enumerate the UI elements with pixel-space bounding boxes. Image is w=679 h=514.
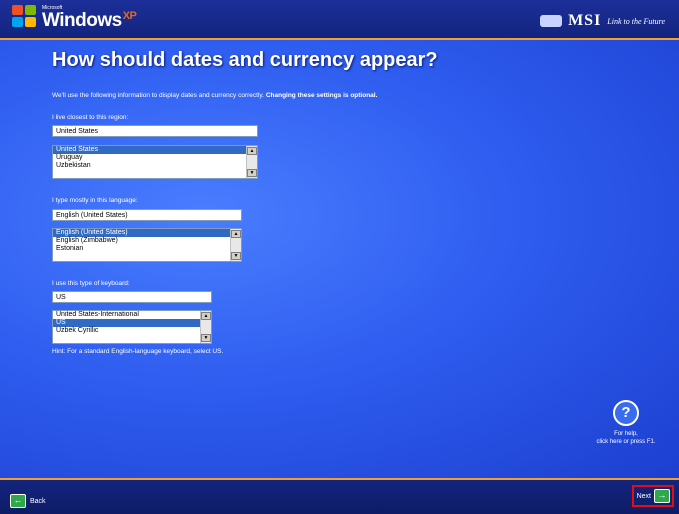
region-label: I live closest to this region: (52, 114, 129, 121)
region-option[interactable]: United States (53, 146, 257, 154)
help-text-line2: click here or press F1. (596, 439, 656, 445)
region-scrollbar[interactable]: ▲ ▼ (246, 146, 257, 178)
region-option[interactable]: Uruguay (53, 154, 257, 162)
msi-tagline: Link to the Future (607, 16, 665, 26)
msi-logo-text: MSI (568, 12, 602, 29)
bottom-bar: ← Back (0, 478, 679, 514)
xp-wordmark: XP (122, 10, 137, 22)
language-scrollbar[interactable]: ▲ ▼ (230, 229, 241, 261)
help-text[interactable]: For help, click here or press F1. (586, 430, 666, 446)
region-field[interactable]: United States (52, 125, 258, 137)
windows-flag-logo (12, 5, 38, 29)
keyboard-label: I use this type of keyboard: (52, 280, 130, 287)
language-option[interactable]: English (United States) (53, 229, 241, 237)
region-list[interactable]: United States Uruguay Uzbekistan ▲ ▼ (52, 145, 258, 179)
scroll-up-arrow-icon[interactable]: ▲ (201, 312, 211, 320)
top-bar: Microsoft WindowsXP MSI Link to the Futu… (0, 0, 679, 40)
language-field[interactable]: English (United States) (52, 209, 242, 221)
windows-wordmark: Windows (42, 10, 122, 31)
msi-badge-icon (540, 15, 563, 27)
language-list[interactable]: English (United States) English (Zimbabw… (52, 228, 242, 262)
oem-branding: MSI Link to the Future (540, 12, 665, 30)
windows-logo-text: WindowsXP (42, 10, 137, 32)
help-question-icon[interactable]: ? (613, 400, 639, 426)
page-title: How should dates and currency appear? (52, 49, 438, 71)
keyboard-option[interactable]: Uzbek Cyrillic (53, 327, 211, 335)
next-arrow-icon[interactable]: → (654, 489, 670, 503)
back-button[interactable]: ← Back (10, 494, 46, 508)
keyboard-scrollbar[interactable]: ▲ ▼ (200, 311, 211, 343)
intro-sentence: We'll use the following information to d… (52, 92, 264, 99)
help-link[interactable]: ? For help, click here or press F1. (586, 400, 666, 446)
back-arrow-icon[interactable]: ← (10, 494, 26, 508)
region-option[interactable]: Uzbekistan (53, 162, 257, 170)
scroll-down-arrow-icon[interactable]: ▼ (247, 169, 257, 177)
next-button[interactable]: Next → (632, 485, 674, 507)
language-label: I type mostly in this language: (52, 197, 138, 204)
language-option[interactable]: Estonian (53, 245, 241, 253)
intro-optional-note: Changing these settings is optional. (265, 92, 378, 99)
scroll-up-arrow-icon[interactable]: ▲ (247, 147, 257, 155)
scroll-up-arrow-icon[interactable]: ▲ (231, 230, 241, 238)
scroll-down-arrow-icon[interactable]: ▼ (201, 334, 211, 342)
language-option[interactable]: English (Zimbabwe) (53, 237, 241, 245)
keyboard-option[interactable]: United States-International (53, 311, 211, 319)
keyboard-hint: Hint: For a standard English-language ke… (52, 348, 224, 355)
next-label: Next (636, 492, 651, 500)
keyboard-field[interactable]: US (52, 291, 212, 303)
help-text-line1: For help, (614, 431, 638, 437)
keyboard-list[interactable]: United States-International US Uzbek Cyr… (52, 310, 212, 344)
back-label: Back (30, 497, 46, 505)
intro-text: We'll use the following information to d… (52, 92, 377, 99)
keyboard-option[interactable]: US (53, 319, 211, 327)
scroll-down-arrow-icon[interactable]: ▼ (231, 252, 241, 260)
